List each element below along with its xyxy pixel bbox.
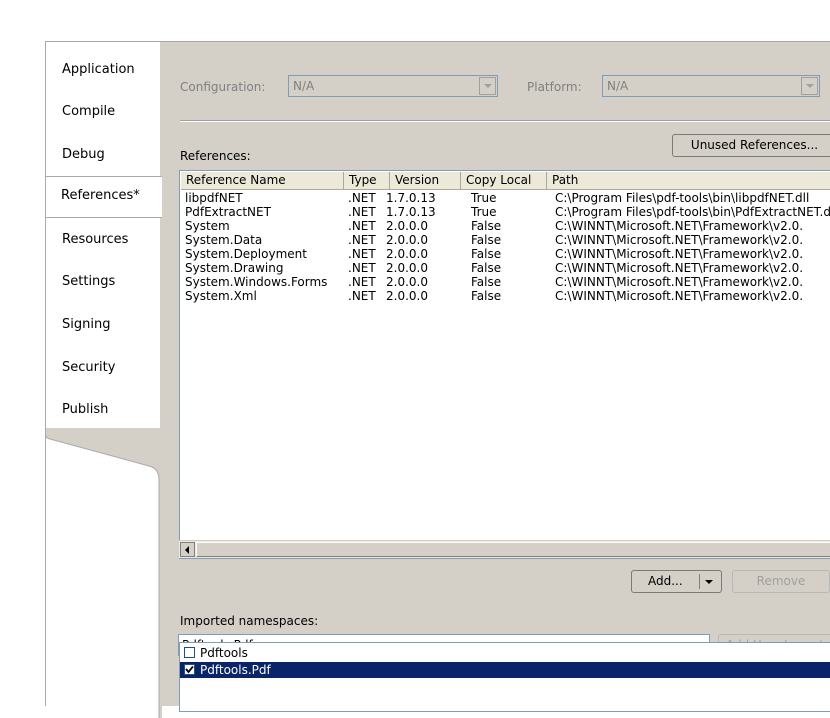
add-button-label: Add... [648, 574, 683, 588]
split-divider [699, 574, 700, 589]
configuration-label: Configuration: [180, 80, 266, 94]
imported-namespaces-label: Imported namespaces: [180, 614, 319, 628]
reference-name: System.Windows.Forms [185, 275, 328, 289]
reference-path: C:\Program Files\pdf-tools\bin\PdfExtrac… [555, 205, 830, 219]
tab-settings[interactable]: Settings [62, 274, 115, 289]
reference-path: C:\WINNT\Microsoft.NET\Framework\v2.0. [555, 275, 804, 289]
chevron-down-icon[interactable] [479, 77, 496, 95]
tab-strip-tail [46, 428, 162, 718]
configuration-combo[interactable]: N/A [288, 75, 498, 97]
reference-path: C:\WINNT\Microsoft.NET\Framework\v2.0. [555, 219, 804, 233]
reference-version: 2.0.0.0 [386, 247, 428, 261]
reference-name: System.Deployment [185, 247, 307, 261]
column-header-version[interactable]: Version [390, 172, 461, 189]
tab-strip: Application Compile Debug References* Re… [45, 41, 162, 718]
unused-references-button[interactable]: Unused References... [672, 134, 830, 157]
tab-debug[interactable]: Debug [62, 147, 105, 162]
reference-copy-local: False [471, 275, 502, 289]
reference-version: 2.0.0.0 [386, 233, 428, 247]
reference-version: 2.0.0.0 [386, 289, 428, 303]
reference-path: C:\WINNT\Microsoft.NET\Framework\v2.0. [555, 261, 804, 275]
reference-name: System [185, 219, 230, 233]
tab-compile[interactable]: Compile [62, 104, 115, 119]
tab-resources[interactable]: Resources [62, 232, 128, 247]
platform-label: Platform: [527, 80, 582, 94]
namespace-label: Pdftools.Pdf [200, 663, 271, 677]
table-row[interactable]: System .NET 2.0.0.0 False C:\WINNT\Micro… [181, 219, 830, 233]
namespace-checkbox[interactable] [184, 647, 195, 658]
tab-references[interactable]: References* [46, 176, 162, 218]
reference-type: .NET [348, 219, 376, 233]
tab-application[interactable]: Application [62, 62, 135, 77]
references-page: Configuration: N/A Platform: N/A Referen… [160, 41, 830, 712]
tab-security[interactable]: Security [62, 360, 115, 375]
reference-type: .NET [348, 205, 376, 219]
references-list[interactable]: Reference Name Type Version Copy Local P… [179, 170, 830, 559]
namespace-item-selected[interactable]: Pdftools.Pdf [180, 662, 830, 678]
reference-type: .NET [348, 275, 376, 289]
reference-copy-local: False [471, 261, 502, 275]
reference-path: C:\WINNT\Microsoft.NET\Framework\v2.0. [555, 289, 804, 303]
tab-publish[interactable]: Publish [62, 402, 108, 417]
reference-type: .NET [348, 191, 376, 205]
platform-value: N/A [607, 79, 629, 93]
scrollbar-thumb[interactable] [196, 542, 830, 557]
column-header-path[interactable]: Path [547, 172, 830, 189]
namespaces-list[interactable]: Pdftools Pdftools.Pdf [179, 642, 830, 712]
namespace-checkbox-checked[interactable] [184, 664, 195, 675]
remove-reference-button[interactable]: Remove [732, 570, 830, 593]
reference-version: 2.0.0.0 [386, 261, 428, 275]
configuration-value: N/A [293, 79, 315, 93]
namespace-label: Pdftools [200, 646, 248, 660]
platform-combo[interactable]: N/A [602, 75, 820, 97]
separator [180, 120, 830, 122]
reference-type: .NET [348, 233, 376, 247]
reference-name: System.Xml [185, 289, 257, 303]
reference-copy-local: False [471, 233, 502, 247]
reference-copy-local: True [471, 205, 497, 219]
namespace-item[interactable]: Pdftools [180, 645, 830, 661]
scroll-left-icon[interactable] [180, 542, 195, 557]
add-reference-button[interactable]: Add... [631, 570, 722, 593]
reference-copy-local: False [471, 219, 502, 233]
reference-version: 2.0.0.0 [386, 275, 428, 289]
tab-signing[interactable]: Signing [62, 317, 110, 332]
references-label: References: [180, 149, 251, 163]
reference-type: .NET [348, 247, 376, 261]
reference-version: 1.7.0.13 [386, 191, 436, 205]
reference-name: System.Data [185, 233, 263, 247]
tab-references-label: References* [61, 188, 140, 203]
reference-copy-local: True [471, 191, 497, 205]
reference-version: 2.0.0.0 [386, 219, 428, 233]
column-header-type[interactable]: Type [344, 172, 390, 189]
table-row[interactable]: libpdfNET .NET 1.7.0.13 True C:\Program … [181, 191, 830, 205]
reference-type: .NET [348, 261, 376, 275]
horizontal-scrollbar[interactable] [179, 540, 830, 558]
reference-path: C:\Program Files\pdf-tools\bin\libpdfNET… [555, 191, 810, 205]
table-row[interactable]: PdfExtractNET .NET 1.7.0.13 True C:\Prog… [181, 205, 830, 219]
list-header: Reference Name Type Version Copy Local P… [181, 172, 830, 190]
reference-copy-local: False [471, 247, 502, 261]
chevron-down-icon[interactable] [705, 580, 713, 584]
reference-path: C:\WINNT\Microsoft.NET\Framework\v2.0. [555, 247, 804, 261]
table-row[interactable]: System.Windows.Forms .NET 2.0.0.0 False … [181, 275, 830, 289]
reference-name: System.Drawing [185, 261, 284, 275]
column-header-copy-local[interactable]: Copy Local [461, 172, 547, 189]
reference-type: .NET [348, 289, 376, 303]
reference-copy-local: False [471, 289, 502, 303]
reference-version: 1.7.0.13 [386, 205, 436, 219]
table-row[interactable]: System.Xml .NET 2.0.0.0 False C:\WINNT\M… [181, 289, 830, 303]
table-row[interactable]: System.Drawing .NET 2.0.0.0 False C:\WIN… [181, 261, 830, 275]
reference-path: C:\WINNT\Microsoft.NET\Framework\v2.0. [555, 233, 804, 247]
table-row[interactable]: System.Deployment .NET 2.0.0.0 False C:\… [181, 247, 830, 261]
reference-name: libpdfNET [185, 191, 243, 205]
checkmark-icon [185, 665, 194, 674]
reference-name: PdfExtractNET [185, 205, 271, 219]
column-header-reference-name[interactable]: Reference Name [181, 172, 344, 189]
table-row[interactable]: System.Data .NET 2.0.0.0 False C:\WINNT\… [181, 233, 830, 247]
chevron-down-icon[interactable] [801, 77, 818, 95]
